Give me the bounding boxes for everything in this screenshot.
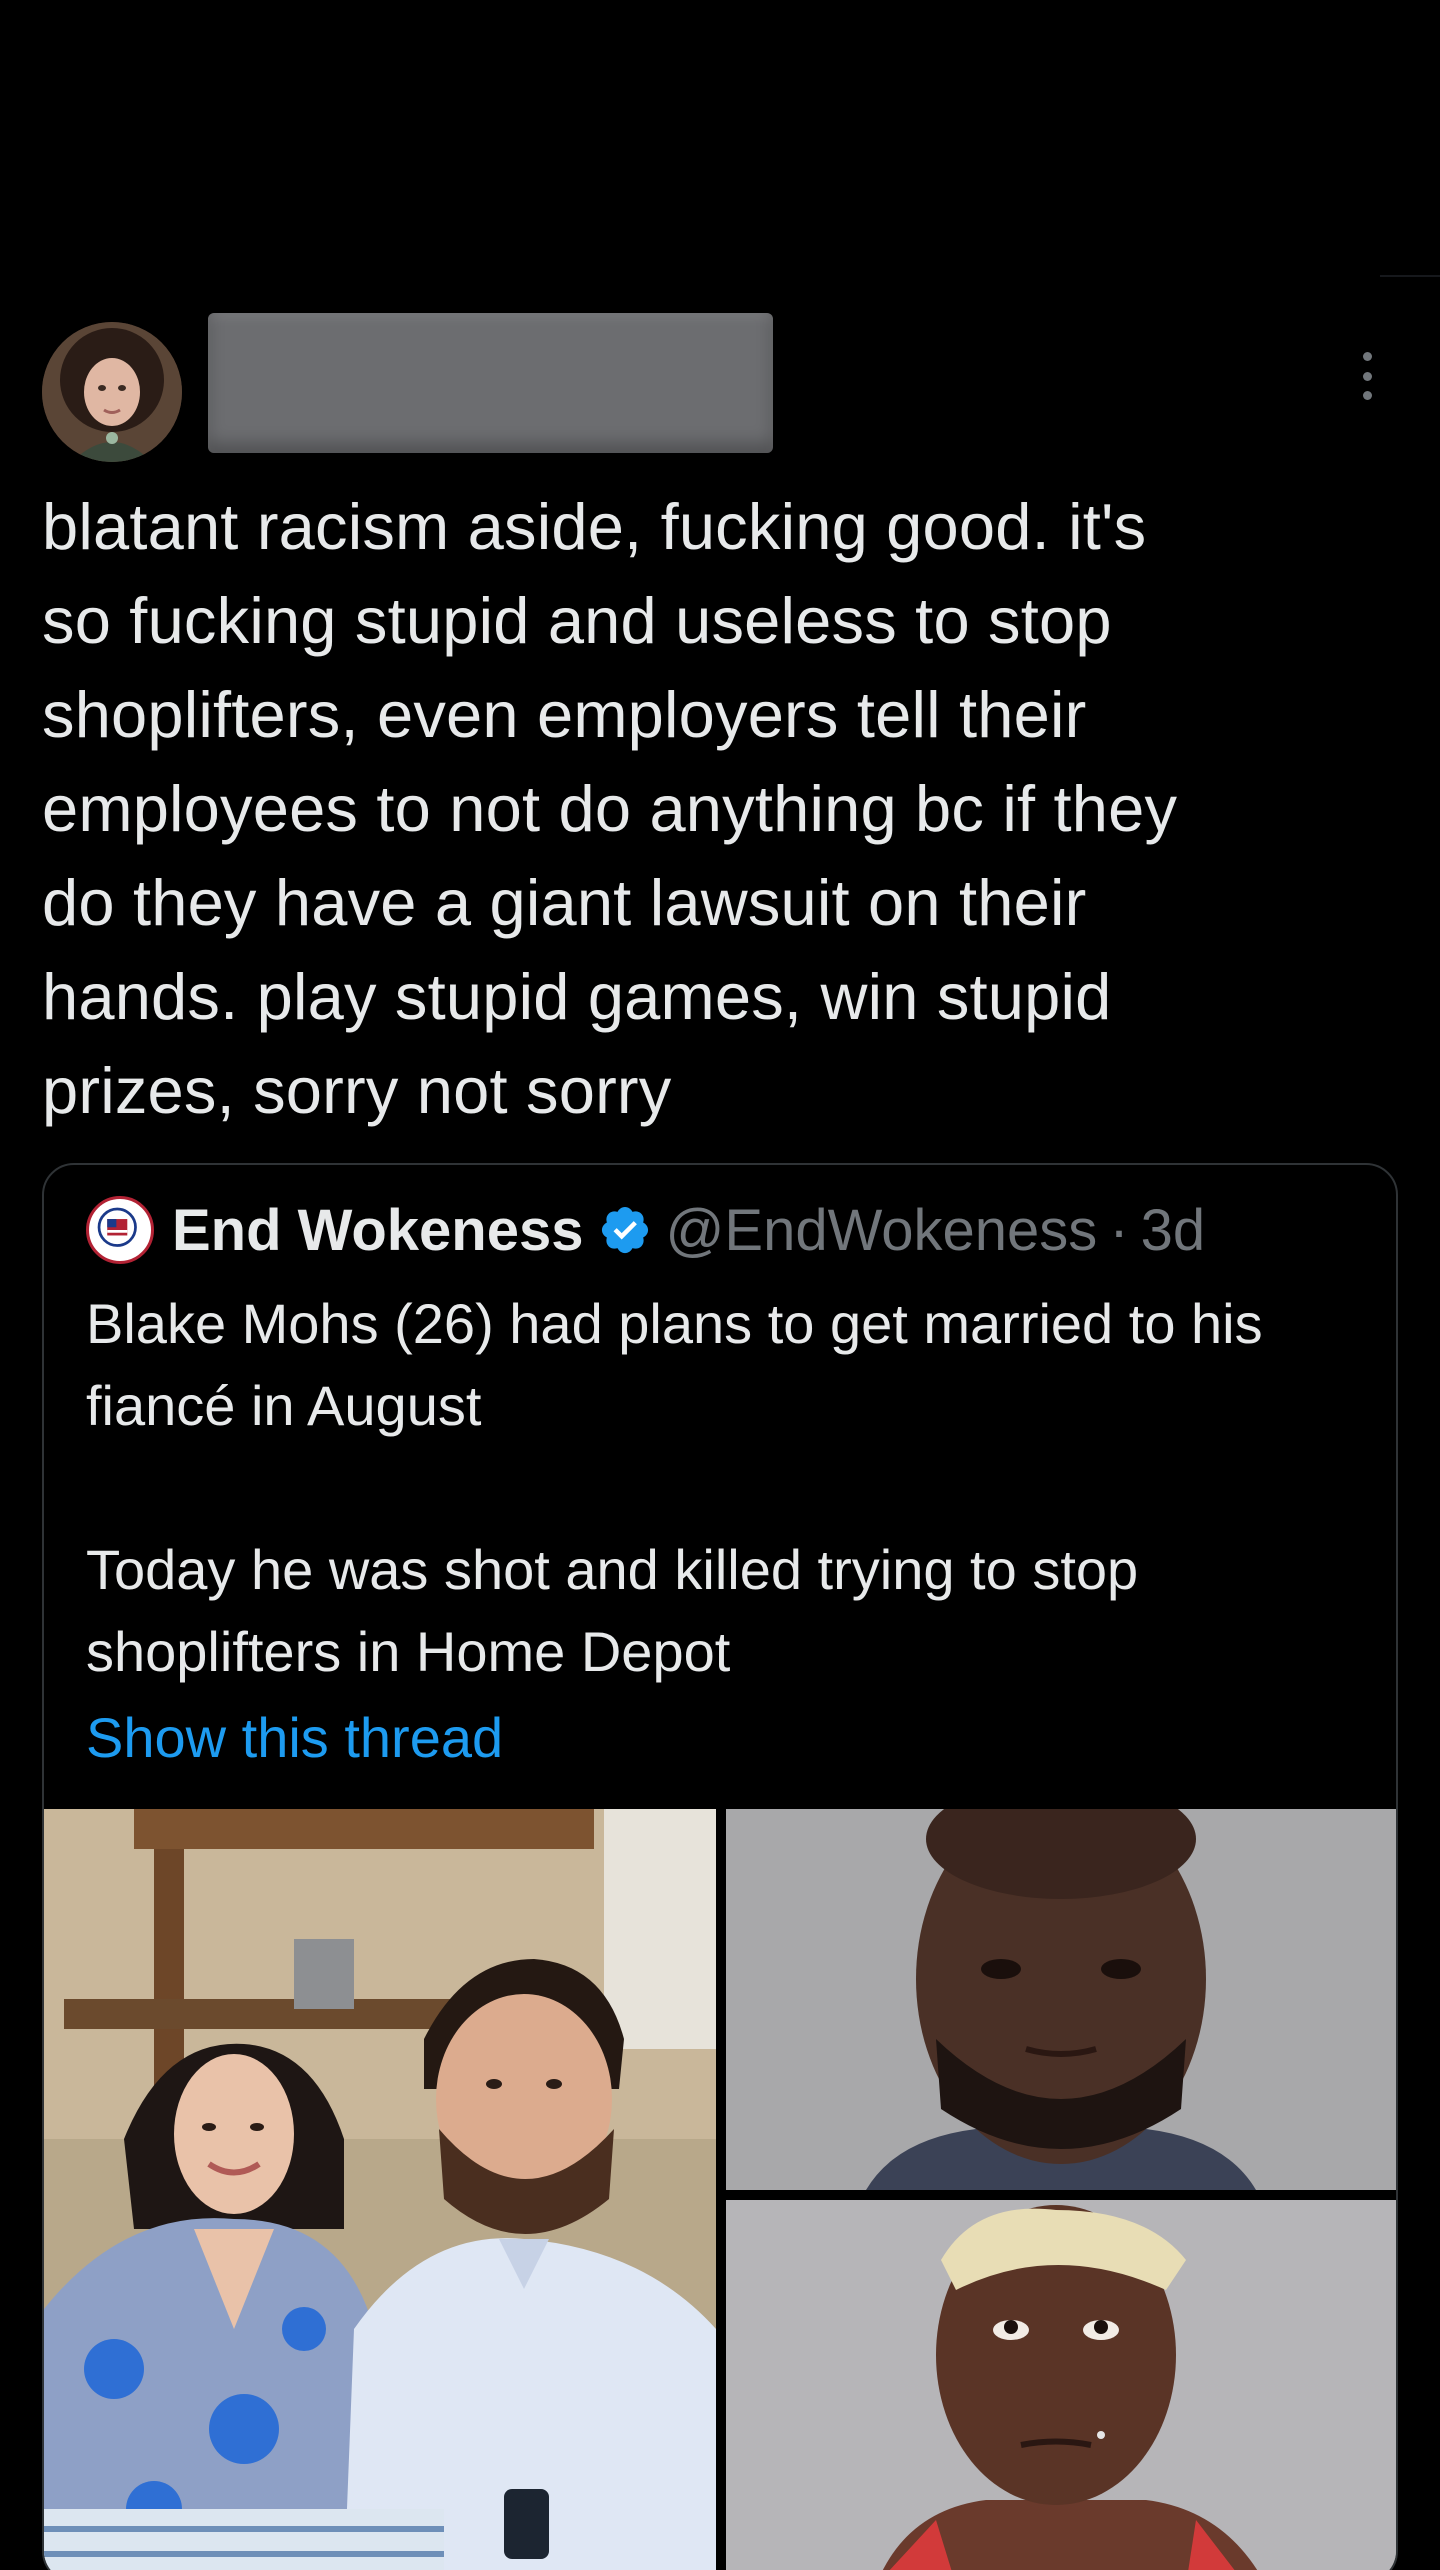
quoted-tweet-text: Blake Mohs (26) had plans to get married… [86, 1283, 1376, 1693]
separator-dot: · [1109, 1197, 1129, 1263]
redacted-author-name [208, 313, 773, 453]
verified-badge-icon [601, 1206, 648, 1254]
quoted-author-handle[interactable]: @EndWokeness [666, 1197, 1098, 1264]
author-avatar[interactable] [42, 322, 182, 462]
divider [1380, 275, 1440, 277]
tweet-screen: blatant racism aside, fucking good. it's… [0, 0, 1440, 2570]
quoted-author-avatar[interactable] [86, 1196, 154, 1264]
quoted-text-line-1: Blake Mohs (26) had plans to get married… [86, 1292, 1263, 1437]
media-photo-mugshot-1[interactable] [726, 1809, 1396, 2190]
more-options-icon[interactable] [1352, 352, 1382, 400]
quoted-text-line-2: Today he was shot and killed trying to s… [86, 1538, 1139, 1683]
quoted-tweet-card[interactable]: End Wokeness @EndWokeness · 3d Blake Moh… [42, 1163, 1398, 2570]
media-grid [44, 1809, 1396, 2570]
tweet-text: blatant racism aside, fucking good. it's… [42, 490, 1178, 1127]
quoted-author-name[interactable]: End Wokeness [172, 1197, 584, 1264]
show-thread-link[interactable]: Show this thread [86, 1705, 503, 1770]
quoted-timestamp[interactable]: 3d [1141, 1197, 1206, 1264]
quoted-tweet-header: End Wokeness @EndWokeness · 3d [86, 1195, 1205, 1265]
media-photo-mugshot-2[interactable] [726, 2200, 1396, 2570]
media-photo-couple[interactable] [44, 1809, 716, 2570]
